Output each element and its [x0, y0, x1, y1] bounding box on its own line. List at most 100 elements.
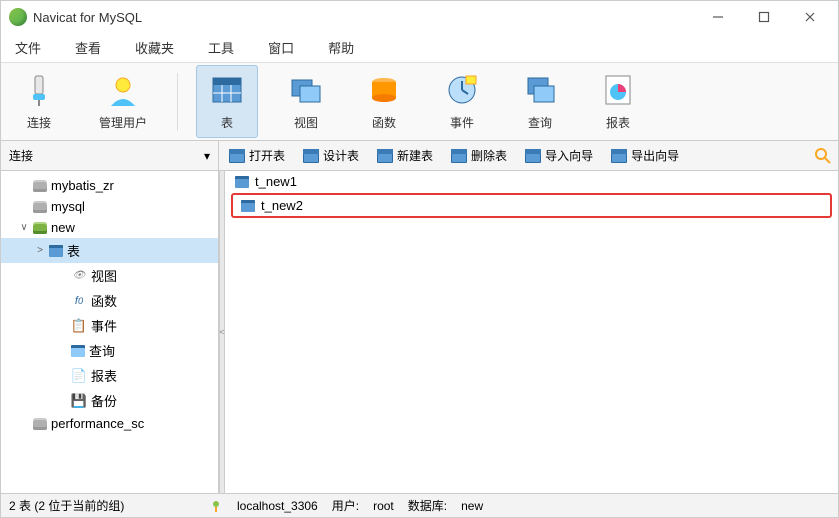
- tree-node[interactable]: mysql: [1, 196, 218, 217]
- table-item-label: t_new1: [255, 174, 297, 189]
- plug-icon: [209, 499, 223, 513]
- view-icon: 👁: [71, 269, 87, 283]
- subbar-label: 设计表: [323, 147, 359, 164]
- tree-node-label: 备份: [91, 391, 117, 410]
- toolbar-view-button[interactable]: 视图: [276, 66, 336, 137]
- table-small-icon: [525, 149, 541, 163]
- table-item-label: t_new2: [261, 198, 303, 213]
- window-title: Navicat for MySQL: [33, 10, 708, 25]
- subbar-label: 导入向导: [545, 147, 593, 164]
- function-icon: f0: [71, 294, 87, 308]
- toolbar-report-button[interactable]: 报表: [588, 66, 648, 137]
- tree-node[interactable]: ∨ new: [1, 217, 218, 238]
- status-count: 2 表 (2 位于当前的组): [9, 497, 209, 514]
- table-small-icon: [303, 149, 319, 163]
- table-list-panel[interactable]: t_new1 t_new2: [225, 171, 838, 493]
- connection-tree[interactable]: mybatis_zrmysql∨new>表👁视图f0函数📋事件查询📄报表💾备份p…: [1, 171, 219, 493]
- database-icon: [33, 418, 47, 430]
- query-icon: [71, 345, 85, 357]
- minimize-button[interactable]: [708, 7, 728, 27]
- report-icon: [600, 72, 636, 108]
- tree-node-label: performance_sc: [51, 416, 144, 431]
- tree-node-label: new: [51, 220, 75, 235]
- database-icon: [33, 180, 47, 192]
- close-button[interactable]: [800, 7, 820, 27]
- table-small-icon: [611, 149, 627, 163]
- toolbar-label: 表: [221, 114, 233, 131]
- search-icon[interactable]: [814, 147, 832, 165]
- maximize-button[interactable]: [754, 7, 774, 27]
- tree-node-label: 函数: [91, 291, 117, 310]
- tree-node[interactable]: 📄 报表: [1, 363, 218, 388]
- tree-node-label: 报表: [91, 366, 117, 385]
- menubar: 文件 查看 收藏夹 工具 窗口 帮助: [1, 33, 838, 63]
- subbar-action-button[interactable]: 设计表: [299, 145, 363, 166]
- subbar-action-button[interactable]: 打开表: [225, 145, 289, 166]
- sub-toolbar: 连接 ▾ 打开表设计表新建表删除表导入向导导出向导: [1, 141, 838, 171]
- report-icon: 📄: [71, 369, 87, 383]
- menu-view[interactable]: 查看: [69, 34, 107, 61]
- status-connection: localhost_3306: [237, 499, 318, 513]
- tree-node[interactable]: 💾备份: [1, 388, 218, 413]
- tree-node[interactable]: mybatis_zr: [1, 175, 218, 196]
- window-titlebar: Navicat for MySQL: [1, 1, 838, 33]
- toolbar-event-button[interactable]: 事件: [432, 66, 492, 137]
- tree-toggle-icon[interactable]: ∨: [19, 222, 29, 233]
- subbar-action-button[interactable]: 新建表: [373, 145, 437, 166]
- menu-window[interactable]: 窗口: [262, 34, 300, 61]
- toolbar-label: 事件: [450, 114, 474, 131]
- table-item[interactable]: t_new2: [231, 193, 832, 218]
- toolbar-table-button[interactable]: 表: [196, 65, 258, 138]
- status-user-label: 用户:: [332, 497, 359, 514]
- menu-tools[interactable]: 工具: [202, 34, 240, 61]
- status-db-label: 数据库:: [408, 497, 447, 514]
- tree-toggle-icon[interactable]: >: [35, 245, 45, 256]
- table-icon: [241, 200, 255, 212]
- event-icon: [444, 72, 480, 108]
- database-icon: [33, 201, 47, 213]
- subbar-action-button[interactable]: 导入向导: [521, 145, 597, 166]
- toolbar-label: 查询: [528, 114, 552, 131]
- table-icon: [209, 72, 245, 108]
- toolbar-user-button[interactable]: 管理用户: [87, 66, 159, 137]
- toolbar-label: 管理用户: [99, 114, 147, 131]
- collapse-panel-icon[interactable]: ▾: [204, 149, 210, 163]
- menu-help[interactable]: 帮助: [322, 34, 360, 61]
- tree-node[interactable]: 👁视图: [1, 263, 218, 288]
- menu-favorites[interactable]: 收藏夹: [129, 34, 180, 61]
- subbar-action-button[interactable]: 导出向导: [607, 145, 683, 166]
- tree-node-label: mybatis_zr: [51, 178, 114, 193]
- toolbar-label: 报表: [606, 114, 630, 131]
- view-icon: [288, 72, 324, 108]
- menu-file[interactable]: 文件: [9, 34, 47, 61]
- query-icon: [522, 72, 558, 108]
- subbar-action-button[interactable]: 删除表: [447, 145, 511, 166]
- table-icon: [235, 176, 249, 188]
- subbar-label: 删除表: [471, 147, 507, 164]
- tree-node-label: mysql: [51, 199, 85, 214]
- table-small-icon: [229, 149, 245, 163]
- user-icon: [105, 72, 141, 108]
- subbar-label: 导出向导: [631, 147, 679, 164]
- tree-node-label: 表: [67, 241, 80, 260]
- tree-node[interactable]: 📋事件: [1, 313, 218, 338]
- subbar-label: 打开表: [249, 147, 285, 164]
- main-toolbar: 连接 管理用户 表 视图函数事件 查询 报表: [1, 63, 838, 141]
- tree-node[interactable]: 查询: [1, 338, 218, 363]
- tree-node[interactable]: performance_sc: [1, 413, 218, 434]
- status-db-val: new: [461, 499, 483, 513]
- toolbar-plug-button[interactable]: 连接: [9, 66, 69, 137]
- status-user-val: root: [373, 499, 394, 513]
- toolbar-label: 连接: [27, 114, 51, 131]
- toolbar-query-button[interactable]: 查询: [510, 66, 570, 137]
- table-small-icon: [377, 149, 393, 163]
- table-small-icon: [451, 149, 467, 163]
- table-item[interactable]: t_new1: [225, 171, 838, 192]
- tree-node[interactable]: >表: [1, 238, 218, 263]
- plug-icon: [21, 72, 57, 108]
- tree-node[interactable]: f0 函数: [1, 288, 218, 313]
- subbar-label: 新建表: [397, 147, 433, 164]
- tree-node-label: 事件: [91, 316, 117, 335]
- toolbar-func-button[interactable]: 函数: [354, 66, 414, 137]
- tree-node-label: 查询: [89, 341, 115, 360]
